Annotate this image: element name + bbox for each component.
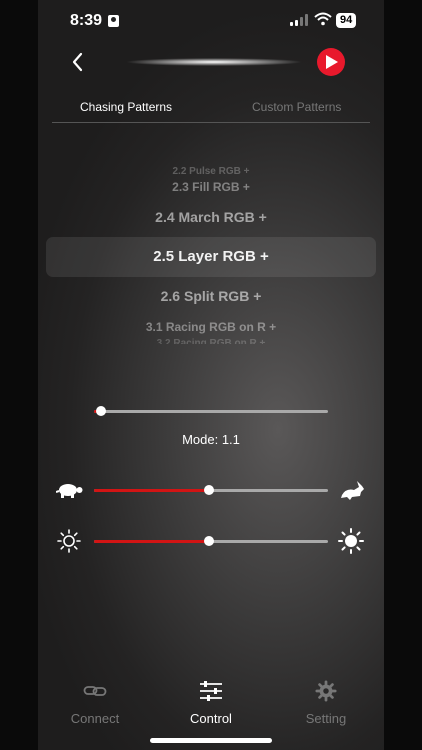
picker-item[interactable]: 2.4 March RGB + xyxy=(38,209,384,225)
status-bar: 8:39 94 xyxy=(38,10,384,36)
turtle-icon xyxy=(56,484,83,498)
sliders-icon xyxy=(200,681,222,701)
nav-setting-label: Setting xyxy=(305,711,347,726)
speed-slider-thumb[interactable] xyxy=(203,485,214,495)
picker-item[interactable]: 2.2 Pulse RGB + xyxy=(38,166,384,174)
home-indicator xyxy=(150,738,272,743)
nav-setting[interactable]: Setting xyxy=(281,680,371,726)
nav-connect[interactable]: Connect xyxy=(50,680,140,726)
status-time: 8:39 xyxy=(70,12,103,29)
picker-item[interactable]: 2.3 Fill RGB + xyxy=(38,180,384,194)
nav-control-label: Control xyxy=(190,711,232,726)
link-icon xyxy=(83,686,107,696)
speed-slider-fill xyxy=(94,489,209,492)
mode-label: Mode: 1.1 xyxy=(182,432,240,447)
battery-indicator: 94 xyxy=(336,13,357,28)
play-icon xyxy=(326,55,338,69)
brightness-slider-fill xyxy=(94,540,209,543)
mode-slider-thumb[interactable] xyxy=(96,406,107,416)
person-icon xyxy=(108,15,119,27)
rabbit-icon xyxy=(341,481,364,500)
speed-slider[interactable] xyxy=(94,485,328,495)
pattern-tabs: Chasing Patterns Custom Patterns xyxy=(52,96,370,123)
picker-item[interactable]: 3.1 Racing RGB on R + xyxy=(38,320,384,334)
picker-item[interactable]: 3.2 Racing RGB on R + xyxy=(38,338,384,344)
nav-connect-label: Connect xyxy=(70,711,120,726)
mode-slider[interactable] xyxy=(94,406,328,416)
gear-icon xyxy=(315,680,337,702)
pattern-picker[interactable]: 2.2 Pulse RGB + 2.3 Fill RGB + 2.4 March… xyxy=(38,160,384,350)
sun-bright-icon xyxy=(338,528,364,554)
chevron-left-icon[interactable] xyxy=(66,50,90,74)
left-bezel xyxy=(0,0,38,750)
brightness-slider-thumb[interactable] xyxy=(203,536,214,546)
tab-chasing-patterns[interactable]: Chasing Patterns xyxy=(80,100,172,114)
wifi-icon xyxy=(314,12,332,26)
brightness-slider[interactable] xyxy=(94,536,328,546)
sun-dim-icon xyxy=(57,529,81,553)
tab-custom-patterns[interactable]: Custom Patterns xyxy=(252,100,341,114)
nav-control[interactable]: Control xyxy=(166,680,256,726)
light-streak-logo xyxy=(126,57,302,67)
right-bezel xyxy=(384,0,422,750)
youtube-button[interactable] xyxy=(317,48,345,76)
app-screen: 8:39 94 Chasing Patterns Custom Patterns… xyxy=(38,0,384,750)
picker-item-selected[interactable]: 2.5 Layer RGB + xyxy=(38,248,384,265)
signal-icon xyxy=(290,14,308,26)
picker-item[interactable]: 2.6 Split RGB + xyxy=(38,288,384,304)
